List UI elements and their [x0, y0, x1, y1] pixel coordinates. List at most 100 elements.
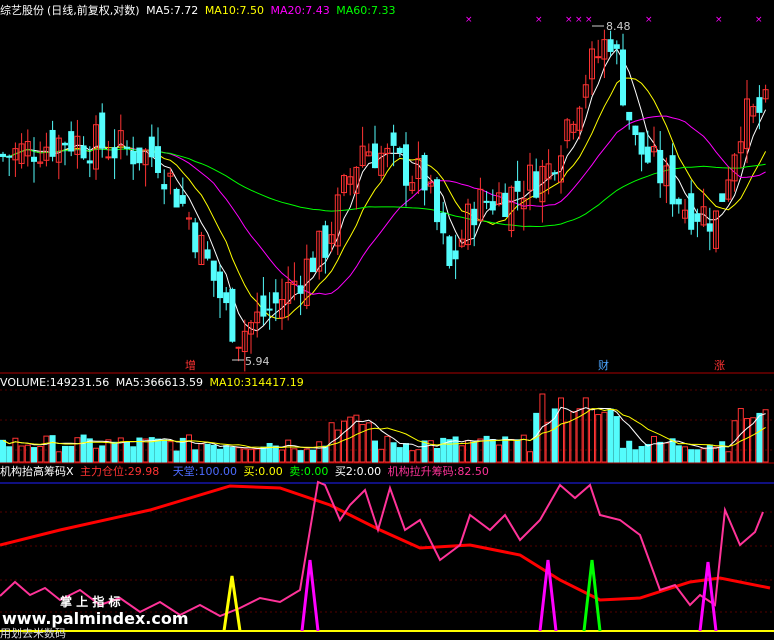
volume-bar — [43, 435, 50, 463]
event-marker-cai[interactable]: 财 — [598, 359, 609, 372]
candle-body — [613, 44, 620, 49]
volume-bar — [334, 429, 341, 463]
volume-bar — [384, 435, 391, 463]
candle-body — [173, 188, 180, 208]
candle-body — [136, 147, 143, 164]
volume-bar — [613, 416, 620, 463]
volume-bar — [186, 434, 192, 463]
buy2-label: 买2: — [334, 465, 357, 478]
volume-bar — [440, 437, 447, 463]
sell-label: 卖: — [289, 465, 304, 478]
indicator-title: 机构抬高筹码X — [0, 465, 74, 478]
volume-bar — [688, 449, 695, 463]
volume-bar — [632, 449, 639, 463]
candle-body — [502, 192, 509, 218]
volume-bar — [644, 443, 651, 463]
volume-bar — [18, 445, 25, 463]
stock-chart-canvas[interactable]: × × × × × × × × — [0, 0, 774, 639]
candle-body — [396, 147, 403, 154]
ma60-line — [2, 148, 766, 228]
candle-body — [390, 132, 397, 146]
candle-body — [217, 271, 223, 299]
volume-bar — [260, 446, 267, 463]
volume-bar — [372, 440, 378, 463]
vol-ma10-value: 314417.19 — [244, 376, 304, 389]
volume-bar — [508, 438, 515, 463]
candle-body — [669, 155, 676, 205]
volume-bar — [291, 448, 298, 463]
volume-bar — [434, 447, 440, 463]
top-value: 100.00 — [198, 465, 237, 478]
volume-label: VOLUME: — [0, 376, 50, 389]
candle-body — [272, 292, 279, 304]
volume-bar — [99, 445, 106, 463]
volume-bar — [210, 444, 217, 463]
candle-body — [626, 111, 633, 121]
chart-mode: (日线,前复权,对数) — [47, 4, 140, 17]
candle-body — [471, 208, 478, 226]
volume-bar — [303, 448, 310, 463]
volume-bar — [675, 445, 682, 463]
volume-bar — [589, 408, 595, 463]
volume-bar — [607, 408, 614, 463]
candle-body — [130, 150, 137, 165]
volume-bar — [31, 447, 37, 463]
volume-bar — [409, 450, 416, 463]
volume-bar — [55, 451, 62, 463]
candle-body — [638, 132, 645, 155]
volume-bar — [24, 444, 31, 463]
signal-x-marker: × — [645, 15, 653, 25]
volume-bar — [527, 451, 533, 463]
candle-body — [204, 249, 211, 259]
ma10-label: MA10: — [204, 4, 240, 17]
candle-body — [179, 195, 186, 204]
volume-panel-header: VOLUME:149231.56 MA5:366613.59 MA10:3144… — [0, 376, 307, 389]
candle-body — [756, 97, 763, 113]
signal-x-marker: × — [755, 15, 763, 25]
candle-body — [31, 156, 37, 162]
volume-bar — [477, 438, 484, 463]
candle-body — [68, 131, 75, 152]
candle-body — [155, 146, 161, 173]
candle-body — [440, 212, 447, 234]
candle-body — [6, 155, 13, 158]
watermark-url: www.palmindex.com — [2, 609, 189, 628]
volume-bar — [198, 443, 205, 463]
volume-bar — [285, 439, 292, 463]
volume-bar — [496, 444, 502, 463]
volume-bar — [471, 441, 478, 463]
watermark-footer: 用划去米数码 — [0, 627, 66, 640]
buy-label: 买: — [243, 465, 259, 478]
volume-bar — [564, 421, 571, 463]
candle-body — [322, 225, 329, 258]
candle-body — [719, 193, 726, 202]
volume-bar — [669, 438, 676, 463]
vol-ma5-label: MA5: — [115, 376, 144, 389]
candle-body — [489, 201, 496, 211]
volume-bar — [62, 445, 68, 463]
volume-bar — [638, 446, 645, 463]
event-marker-zeng[interactable]: 增 — [185, 359, 196, 372]
event-marker-zhang[interactable]: 涨 — [714, 359, 725, 372]
volume-bar — [192, 449, 199, 463]
volume-bar — [316, 441, 323, 463]
volume-bar — [390, 442, 397, 463]
volume-bar — [6, 446, 13, 463]
volume-bar — [347, 416, 354, 463]
volume-bar — [254, 448, 261, 463]
volume-bar — [545, 421, 552, 463]
candle-body — [210, 260, 217, 281]
volume-bar — [396, 447, 403, 463]
candle-body — [229, 288, 236, 342]
candle-body — [657, 149, 664, 184]
candle-body — [620, 49, 626, 106]
buy-signal-spike — [222, 575, 242, 632]
volume-bar — [694, 449, 701, 463]
volume-bar — [124, 441, 130, 463]
candle-body — [632, 125, 639, 136]
candle-body — [403, 144, 409, 186]
pull-label: 机构拉升筹码: — [387, 465, 458, 478]
ma5-label: MA5: — [146, 4, 174, 17]
watermark-brand: 掌 上 指 标 — [60, 595, 121, 609]
ma60-label: MA60: — [336, 4, 371, 17]
